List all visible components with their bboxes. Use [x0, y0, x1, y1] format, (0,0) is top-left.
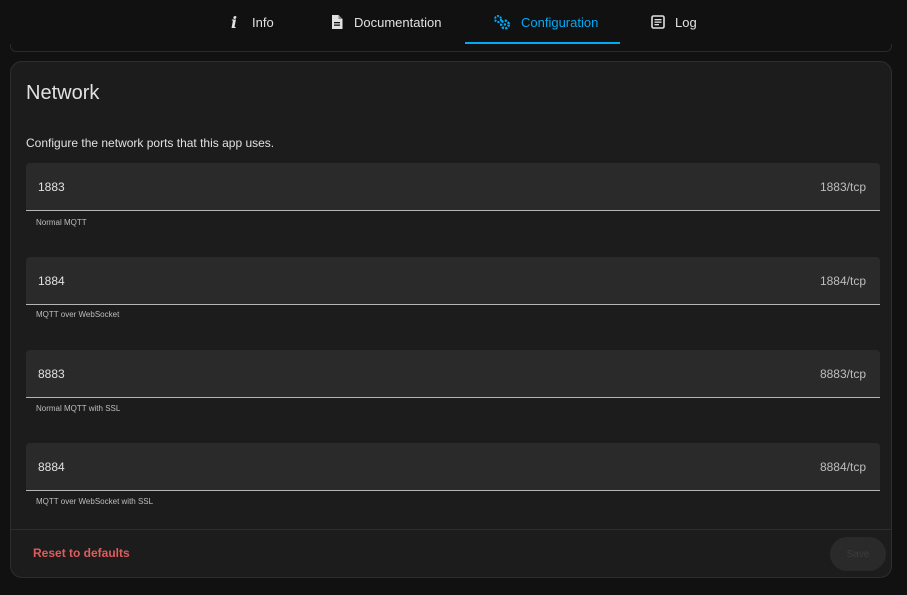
previous-card-edge [10, 44, 892, 52]
tab-info-label: Info [252, 14, 274, 30]
network-card: Network Configure the network ports that… [10, 61, 892, 578]
port-value: 1884 [38, 274, 65, 288]
log-icon [651, 15, 665, 29]
port-helper: MQTT over WebSocket [36, 310, 120, 319]
port-value: 1883 [38, 180, 65, 194]
tab-documentation-label: Documentation [354, 14, 442, 30]
svg-text:i: i [231, 14, 237, 30]
card-description: Configure the network ports that this ap… [26, 136, 275, 150]
card-actions-divider [11, 529, 891, 530]
tab-log-label: Log [675, 14, 697, 30]
port-field-1883[interactable]: 1883 1883/tcp [26, 163, 880, 211]
card-title: Network [26, 82, 100, 104]
reset-to-defaults-button[interactable]: Reset to defaults [33, 546, 130, 560]
tab-configuration[interactable]: Configuration [465, 0, 620, 44]
cogs-icon [493, 14, 511, 30]
port-suffix: 1884/tcp [819, 274, 866, 288]
tab-configuration-label: Configuration [521, 14, 599, 30]
port-helper: Normal MQTT [36, 218, 87, 227]
port-field-8883[interactable]: 8883 8883/tcp [26, 350, 880, 398]
tab-info[interactable]: i Info [228, 0, 274, 44]
tab-bar: i Info Documentation Configuration Log [0, 0, 907, 44]
info-icon: i [228, 14, 242, 30]
app-config-page: i Info Documentation Configuration Log N… [0, 0, 907, 595]
tab-documentation[interactable]: Documentation [330, 0, 441, 44]
port-value: 8883 [38, 367, 65, 381]
port-suffix: 1883/tcp [819, 180, 866, 194]
port-value: 8884 [38, 460, 65, 474]
port-suffix: 8884/tcp [819, 460, 866, 474]
save-button[interactable]: Save [830, 537, 886, 571]
tab-log[interactable]: Log [651, 0, 697, 44]
port-helper: MQTT over WebSocket with SSL [36, 497, 154, 506]
port-suffix: 8883/tcp [819, 367, 866, 381]
port-field-8884[interactable]: 8884 8884/tcp [26, 443, 880, 491]
port-helper: Normal MQTT with SSL [36, 404, 121, 413]
port-field-1884[interactable]: 1884 1884/tcp [26, 257, 880, 305]
document-icon [330, 14, 344, 30]
